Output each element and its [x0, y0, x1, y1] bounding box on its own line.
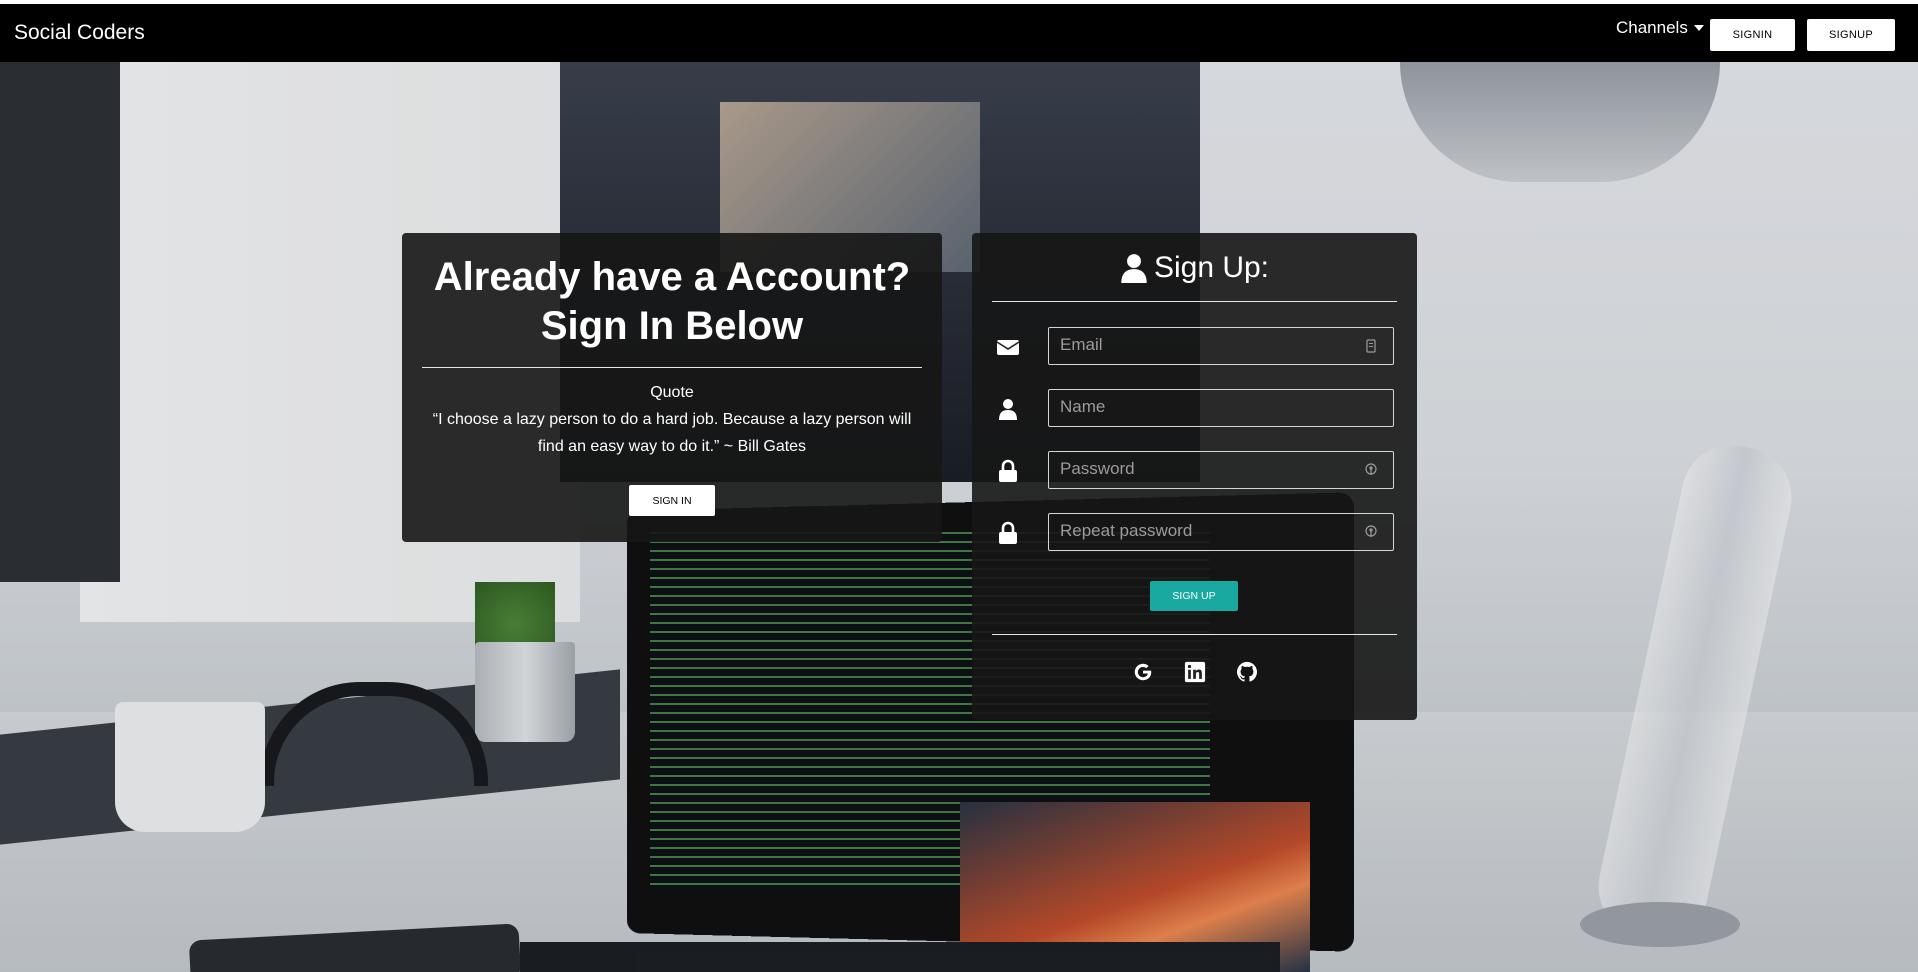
- signin-heading-line2: Sign In Below: [540, 304, 804, 348]
- navbar: Social Coders Channels SIGNIN SIGNUP: [0, 4, 1918, 62]
- repeat-password-field[interactable]: [1048, 513, 1394, 551]
- password-field[interactable]: [1048, 451, 1394, 489]
- nav-signup-button[interactable]: SIGNUP: [1807, 19, 1895, 51]
- key-icon: [1365, 525, 1377, 537]
- lock-icon: [999, 459, 1017, 482]
- lock-icon: [999, 521, 1017, 544]
- social-login-group: [972, 661, 1417, 683]
- email-row: [992, 327, 1397, 367]
- quote-text: “I choose a lazy person to do a hard job…: [432, 411, 912, 455]
- linkedin-icon[interactable]: [1184, 661, 1206, 683]
- password-row: [992, 451, 1397, 491]
- signup-heading: Sign Up:: [972, 251, 1417, 285]
- github-icon[interactable]: [1236, 661, 1258, 683]
- repeat-password-row: [992, 513, 1397, 553]
- key-icon: [1365, 463, 1377, 475]
- signup-button[interactable]: SIGN UP: [1150, 581, 1238, 611]
- brand-logo[interactable]: Social Coders: [14, 21, 145, 45]
- signin-heading: Already have a Account? Sign In Below: [402, 253, 942, 351]
- divider: [422, 367, 922, 368]
- google-icon[interactable]: [1132, 661, 1154, 683]
- caret-down-icon: [1693, 25, 1704, 31]
- divider: [992, 301, 1397, 302]
- signup-title: Sign Up:: [1153, 251, 1270, 284]
- user-icon: [999, 399, 1017, 420]
- name-field[interactable]: [1048, 389, 1394, 427]
- signup-card: Sign Up: SIGN UP: [972, 233, 1417, 720]
- background-photo: [0, 62, 1918, 972]
- quote-label: Quote: [650, 384, 694, 401]
- signin-button[interactable]: SIGN IN: [629, 485, 715, 516]
- signin-heading-line1: Already have a Account?: [433, 255, 911, 299]
- envelope-icon: [996, 340, 1020, 355]
- user-icon: [1121, 254, 1147, 283]
- email-field[interactable]: [1048, 327, 1394, 365]
- channels-label: Channels: [1616, 18, 1688, 37]
- nav-signin-button[interactable]: SIGNIN: [1710, 19, 1795, 51]
- divider: [992, 634, 1397, 635]
- channels-dropdown[interactable]: Channels: [1616, 18, 1704, 38]
- signin-card: Already have a Account? Sign In Below Qu…: [402, 233, 942, 542]
- autofill-card-icon: [1366, 339, 1376, 353]
- name-row: [992, 389, 1397, 429]
